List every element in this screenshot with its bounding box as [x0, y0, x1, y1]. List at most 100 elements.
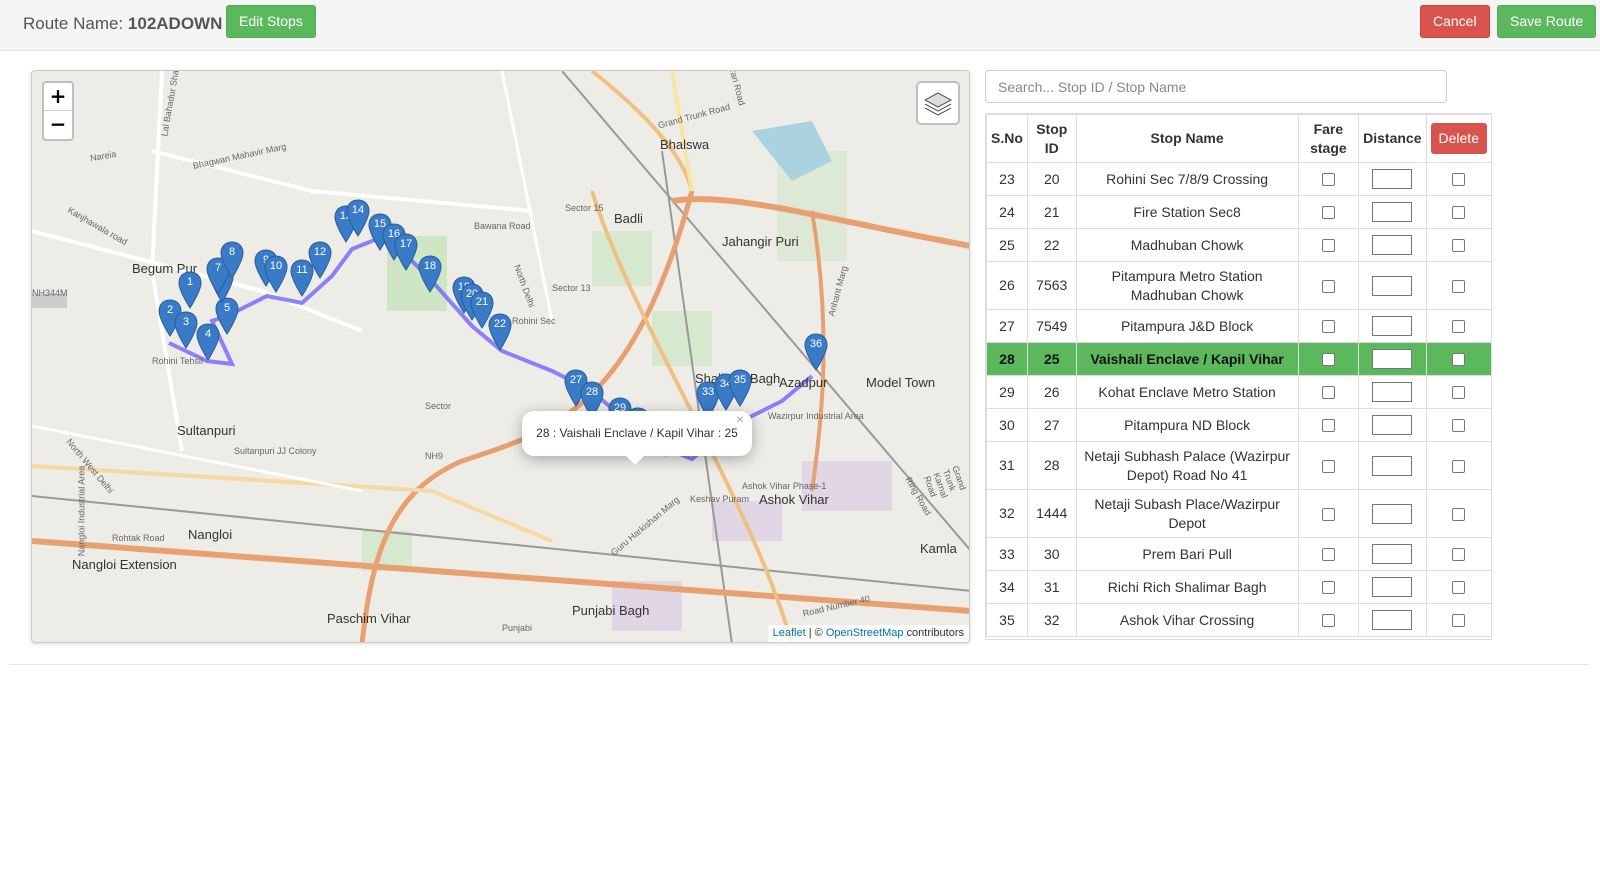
table-row[interactable]: 34 31 Richi Rich Shalimar Bagh	[986, 570, 1491, 604]
row-delete	[1425, 342, 1491, 376]
table-row[interactable]: 26 7563 Pitampura Metro Station Madhuban C…	[986, 261, 1491, 310]
delete-checkbox[interactable]	[1452, 173, 1466, 187]
marker-number: 1	[186, 276, 194, 288]
distance-input[interactable]	[1372, 544, 1413, 565]
fare-stage-checkbox[interactable]	[1321, 507, 1335, 521]
table-row[interactable]: 25 22 Madhuban Chowk	[986, 228, 1491, 262]
distance-input[interactable]	[1372, 275, 1413, 296]
fare-stage-checkbox[interactable]	[1321, 419, 1335, 433]
row-stop-name: Richi Rich Shalimar Bagh	[1075, 570, 1299, 604]
place-label: Wazirpur Industrial Area	[768, 411, 864, 421]
top-bar: Route Name: 102ADOWN Edit Stops Cancel S…	[0, 0, 1600, 51]
delete-checkbox[interactable]	[1452, 239, 1466, 253]
delete-checkbox[interactable]	[1452, 206, 1466, 220]
fare-stage-checkbox[interactable]	[1321, 459, 1335, 473]
zoom-in-button[interactable]: +	[44, 83, 72, 111]
fare-stage-checkbox[interactable]	[1321, 386, 1335, 400]
distance-input[interactable]	[1372, 415, 1413, 436]
fare-stage-checkbox[interactable]	[1321, 173, 1335, 187]
fare-stage-checkbox[interactable]	[1321, 581, 1335, 595]
delete-checkbox[interactable]	[1452, 507, 1466, 521]
table-row[interactable]: 31 28 Netaji Subhash Palace (Wazirpur Depo…	[986, 441, 1491, 490]
table-row[interactable]: 32 1444 Netaji Subash Place/Wazirpur Depot	[986, 489, 1491, 538]
delete-checkbox[interactable]	[1452, 279, 1466, 293]
row-delete	[1425, 228, 1491, 262]
table-body: 23 20 Rohini Sec 7/8/9 Crossing 24 21 Fire St…	[986, 162, 1491, 637]
col-fare-stage: Fare stage	[1297, 114, 1360, 163]
delete-checkbox[interactable]	[1452, 320, 1466, 334]
row-sno: 27	[986, 309, 1028, 343]
place-label: Jahangir Puri	[722, 234, 799, 249]
distance-input[interactable]	[1372, 382, 1413, 403]
fare-stage-checkbox[interactable]	[1321, 206, 1335, 220]
attribution-tail: contributors	[903, 627, 964, 639]
table-row[interactable]: 33 30 Prem Bari Pull	[986, 537, 1491, 571]
stop-marker[interactable]: 36	[804, 333, 828, 376]
delete-checkbox[interactable]	[1452, 419, 1466, 433]
zoom-out-button[interactable]: −	[44, 111, 72, 139]
delete-checkbox[interactable]	[1452, 548, 1466, 562]
place-label: Badli	[614, 211, 643, 226]
table-row[interactable]: 28 25 Vaishali Enclave / Kapil Vihar	[986, 342, 1491, 376]
fare-stage-checkbox[interactable]	[1321, 614, 1335, 628]
table-row[interactable]: 24 21 Fire Station Sec8	[986, 195, 1491, 229]
stop-marker[interactable]: 8	[220, 241, 244, 284]
delete-checkbox[interactable]	[1452, 614, 1466, 628]
delete-checkbox[interactable]	[1452, 353, 1466, 367]
row-fare-stage	[1297, 228, 1360, 262]
row-sno: 26	[986, 261, 1028, 310]
row-distance	[1358, 489, 1427, 538]
table-row[interactable]: 23 20 Rohini Sec 7/8/9 Crossing	[986, 162, 1491, 196]
place-label: Ashok Vihar Phase-1	[742, 481, 827, 491]
distance-input[interactable]	[1372, 316, 1413, 337]
delete-checkbox[interactable]	[1452, 459, 1466, 473]
layers-control-button[interactable]	[916, 81, 960, 125]
stop-marker[interactable]: 14	[346, 199, 370, 242]
table-row[interactable]: 35 32 Ashok Vihar Crossing	[986, 603, 1491, 637]
distance-input[interactable]	[1372, 349, 1413, 370]
stop-marker[interactable]: 12	[308, 241, 332, 284]
table-row[interactable]: 29 26 Kohat Enclave Metro Station	[986, 375, 1491, 409]
distance-input[interactable]	[1372, 503, 1413, 524]
route-map[interactable]: Bhalswa Badli Jahangir Puri Begum Pur Sultan…	[31, 70, 970, 643]
stop-marker[interactable]: 17	[394, 233, 418, 276]
edit-stops-button[interactable]: Edit Stops	[226, 5, 316, 38]
popup-close-button[interactable]: ×	[736, 397, 744, 442]
osm-link[interactable]: OpenStreetMap	[826, 627, 904, 639]
delete-checkbox[interactable]	[1452, 386, 1466, 400]
row-fare-stage	[1297, 162, 1360, 196]
row-stop-name: Vaishali Enclave / Kapil Vihar	[1075, 342, 1299, 376]
delete-checkbox[interactable]	[1452, 581, 1466, 595]
col-stop-name: Stop Name	[1075, 114, 1299, 163]
fare-stage-checkbox[interactable]	[1321, 279, 1335, 293]
fare-stage-checkbox[interactable]	[1321, 548, 1335, 562]
cancel-button[interactable]: Cancel	[1420, 5, 1490, 38]
stop-search-input[interactable]	[985, 70, 1447, 103]
row-fare-stage	[1297, 603, 1360, 637]
leaflet-link[interactable]: Leaflet	[773, 627, 806, 639]
save-route-button[interactable]: Save Route	[1497, 5, 1597, 38]
stop-marker[interactable]: 10	[264, 255, 288, 298]
delete-button[interactable]: Delete	[1430, 123, 1487, 154]
distance-input[interactable]	[1372, 577, 1413, 598]
zoom-control: + −	[42, 81, 74, 141]
stop-marker[interactable]: 18	[418, 255, 442, 298]
fare-stage-checkbox[interactable]	[1321, 239, 1335, 253]
stop-marker[interactable]: 3	[174, 311, 198, 354]
place-label: Sector 13	[552, 283, 591, 293]
distance-input[interactable]	[1372, 202, 1413, 223]
row-stop-id: 25	[1026, 342, 1077, 376]
fare-stage-checkbox[interactable]	[1321, 353, 1335, 367]
distance-input[interactable]	[1372, 455, 1413, 476]
distance-input[interactable]	[1372, 169, 1413, 190]
row-distance	[1358, 342, 1427, 376]
row-stop-name: Kohat Enclave Metro Station	[1075, 375, 1299, 409]
fare-stage-checkbox[interactable]	[1321, 320, 1335, 334]
table-row[interactable]: 27 7549 Pitampura J&D Block	[986, 309, 1491, 343]
stop-marker[interactable]: 22	[488, 313, 512, 356]
place-label: Sultanpuri JJ Colony	[234, 446, 317, 456]
distance-input[interactable]	[1372, 235, 1413, 256]
distance-input[interactable]	[1372, 610, 1413, 631]
table-row[interactable]: 30 27 Pitampura ND Block	[986, 408, 1491, 442]
stops-table-container[interactable]: S.No Stop ID Stop Name Fare stage Distan…	[985, 113, 1492, 640]
